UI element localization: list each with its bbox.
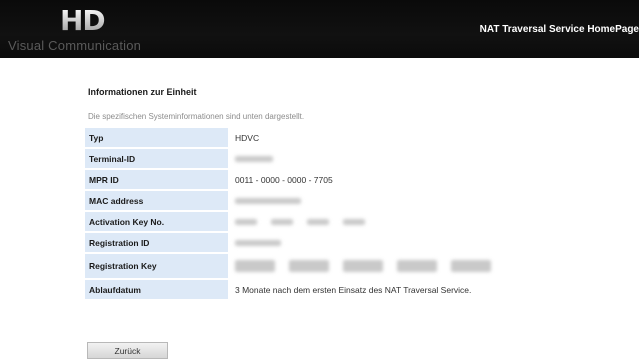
logo-text: Visual Communication [8,38,142,53]
row-label-activation-key: Activation Key No. [85,212,228,231]
row-label-registration-key: Registration Key [85,254,228,278]
row-label-terminal-id: Terminal-ID [85,149,228,168]
unit-info-table: Typ HDVC Terminal-ID MPR ID 0011 - 0000 … [85,126,515,301]
row-value-terminal-id [228,149,515,168]
unit-info-section: Informationen zur Einheit Die spezifisch… [88,86,304,121]
table-row: Activation Key No. [85,212,515,231]
row-value-type: HDVC [235,132,260,143]
nat-traversal-homepage-link[interactable]: NAT Traversal Service HomePage [480,24,639,35]
table-row: Ablaufdatum 3 Monate nach dem ersten Ein… [85,280,515,299]
table-row: Registration ID [85,233,515,252]
page-title: Informationen zur Einheit [88,87,197,97]
row-value-mpr-id: 0011 - 0000 - 0000 - 7705 [235,174,333,185]
redacted-value [235,260,275,272]
redacted-value [271,219,293,226]
redacted-value [235,240,281,247]
redacted-value [397,260,437,272]
row-value-expiry-date: 3 Monate nach dem ersten Einsatz des NAT… [235,284,472,295]
logo-mark: HD [60,4,106,37]
redacted-value [343,219,365,226]
redacted-value [289,260,329,272]
redacted-value [235,219,257,226]
redacted-value [307,219,329,226]
table-row: MPR ID 0011 - 0000 - 0000 - 7705 [85,170,515,189]
hd-logo: HD Visual Communication [8,5,158,55]
page-header: HD Visual Communication NAT Traversal Se… [0,0,639,58]
redacted-value [343,260,383,272]
row-label-mpr-id: MPR ID [85,170,228,189]
table-row: Terminal-ID [85,149,515,168]
redacted-value [235,156,273,163]
row-label-mac-address: MAC address [85,191,228,210]
redacted-value [235,198,301,205]
row-label-type: Typ [85,128,228,147]
back-button[interactable]: Zurück [87,342,168,359]
row-value-registration-id [228,233,515,252]
page-description: Die spezifischen Systeminformationen sin… [88,112,305,121]
row-label-expiry-date: Ablaufdatum [85,280,228,299]
row-label-registration-id: Registration ID [85,233,228,252]
redacted-value [451,260,491,272]
row-value-mac-address [228,191,515,210]
row-value-activation-key [228,212,515,231]
table-row: Typ HDVC [85,128,515,147]
table-row: MAC address [85,191,515,210]
row-value-registration-key [228,254,515,278]
table-row: Registration Key [85,254,515,278]
